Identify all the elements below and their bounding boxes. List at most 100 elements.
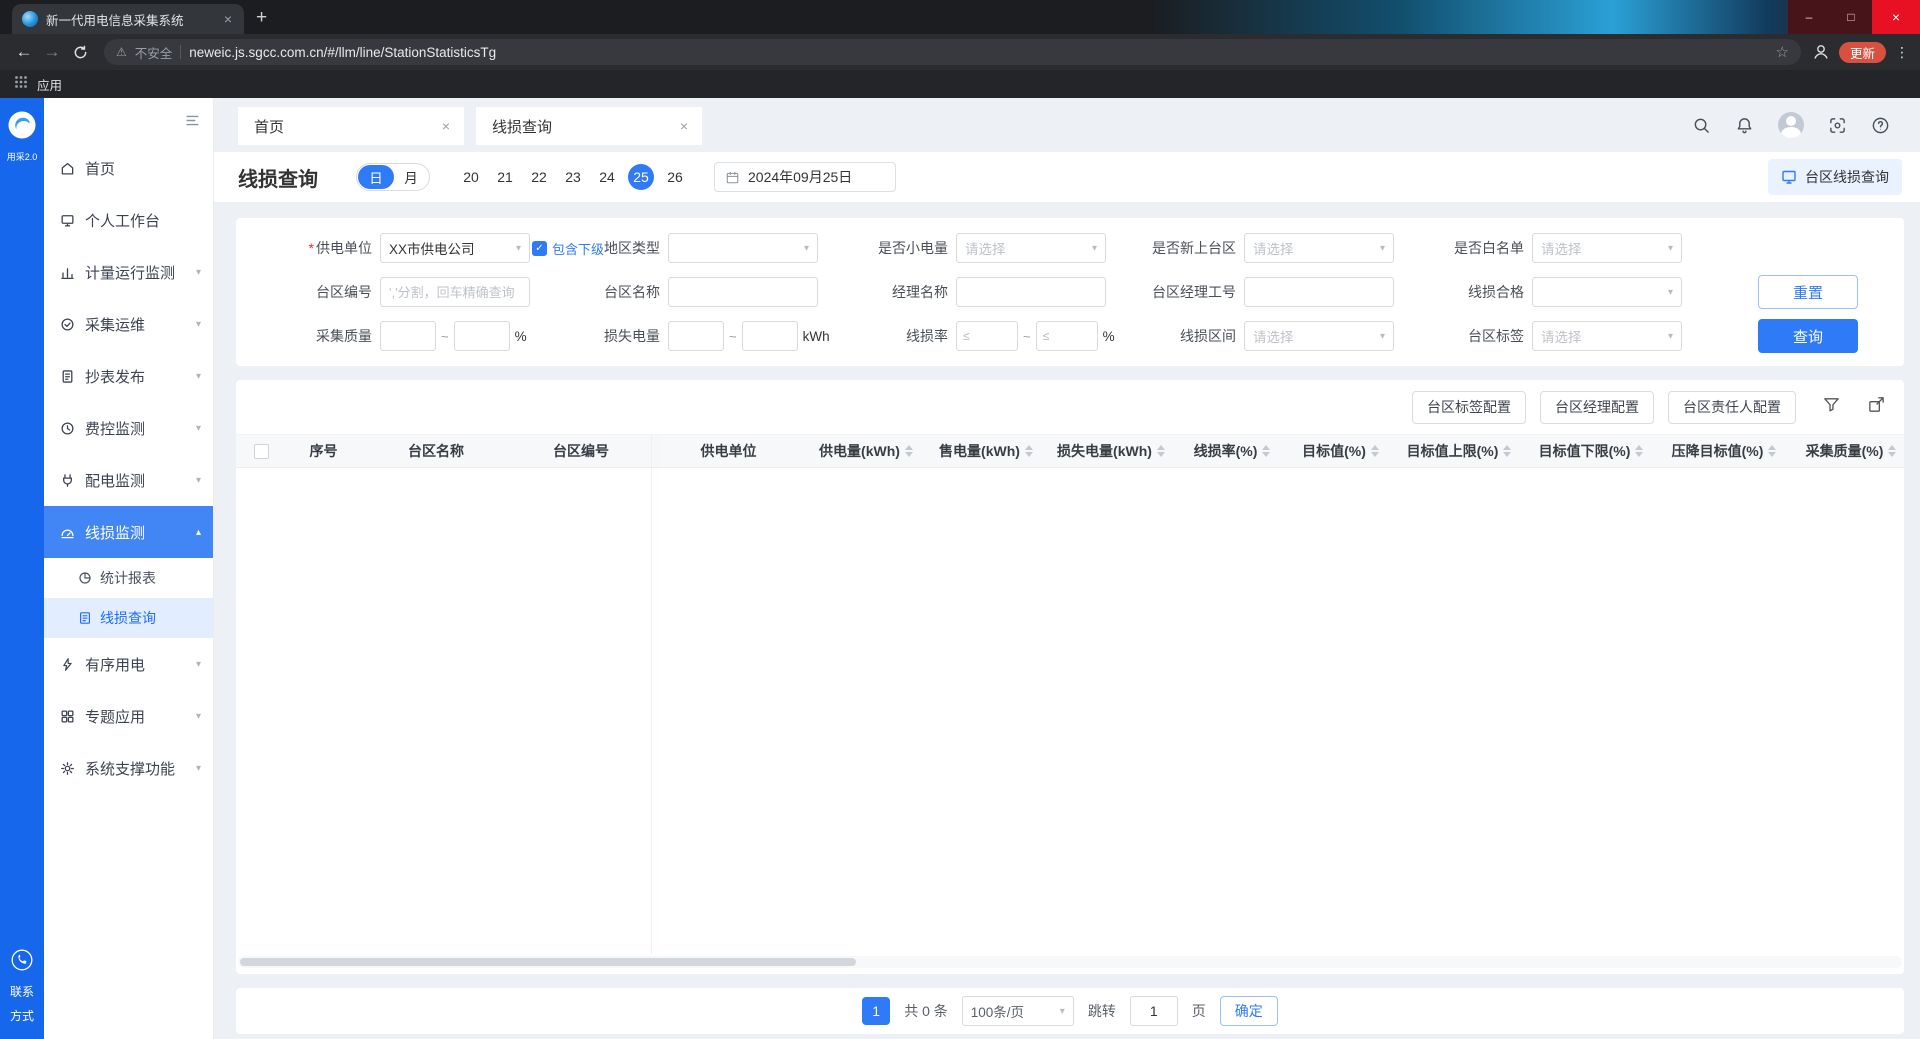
security-label[interactable]: 不安全 [135, 43, 173, 62]
station-manager-config-button[interactable]: 台区经理配置 [1540, 391, 1654, 424]
sidebar-item-workbench[interactable]: 个人工作台 [44, 194, 213, 246]
loss-power-max-input[interactable] [742, 321, 798, 351]
maximize-icon[interactable]: □ [1830, 0, 1872, 34]
worktab-line-loss-query[interactable]: 线损查询 × [476, 107, 702, 145]
column-header-supply-kwh[interactable]: 供电量(kWh) [806, 441, 926, 461]
loss-range-select[interactable]: 请选择 ▾ [1244, 321, 1394, 351]
sidebar-item-distribution-monitor[interactable]: 配电监测 ▾ [44, 454, 213, 506]
column-header-target-lower[interactable]: 目标值下限(%) [1525, 441, 1657, 461]
page-size-select[interactable]: 100条/页 ▾ [962, 996, 1074, 1026]
sort-icon[interactable] [1888, 445, 1896, 457]
worktab-close-icon[interactable]: × [680, 118, 688, 134]
column-header-target[interactable]: 目标值(%) [1288, 441, 1393, 461]
export-icon[interactable] [1867, 395, 1886, 419]
loss-rate-min-wrap[interactable]: ≤ [956, 321, 1018, 351]
date-picker[interactable]: 2024年09月25日 [714, 162, 896, 192]
reset-button[interactable]: 重置 [1758, 275, 1858, 309]
region-type-select[interactable]: ▾ [668, 233, 818, 263]
sidebar-item-line-loss-query[interactable]: 线损查询 [44, 598, 213, 638]
jump-page-input[interactable] [1130, 996, 1178, 1026]
date-option[interactable]: 26 [658, 164, 692, 190]
checkbox-checked-icon[interactable]: ✓ [532, 241, 547, 256]
search-icon[interactable] [1692, 116, 1711, 135]
bell-icon[interactable] [1735, 116, 1754, 135]
confirm-button[interactable]: 确定 [1220, 996, 1278, 1026]
page-number-button[interactable]: 1 [862, 997, 890, 1025]
scrollbar-thumb[interactable] [240, 958, 856, 966]
manager-id-input[interactable] [1244, 277, 1394, 307]
include-sub-checkbox-wrap[interactable]: ✓ 包含下级 [532, 239, 604, 258]
sidebar-item-fee-control[interactable]: 费控监测 ▾ [44, 402, 213, 454]
sort-icon[interactable] [1503, 445, 1511, 457]
loss-rate-max-input[interactable] [1053, 329, 1090, 344]
sidebar-item-special-apps[interactable]: 专题应用 ▾ [44, 690, 213, 742]
column-header-drop-target[interactable]: 压降目标值(%) [1657, 441, 1791, 461]
station-tag-config-button[interactable]: 台区标签配置 [1412, 391, 1526, 424]
station-line-loss-link[interactable]: 台区线损查询 [1768, 159, 1902, 195]
station-name-input[interactable] [668, 277, 818, 307]
loss-qualified-select[interactable]: ▾ [1532, 277, 1682, 307]
sidebar-item-system-support[interactable]: 系统支撑功能 ▾ [44, 742, 213, 794]
column-header-target-upper[interactable]: 目标值上限(%) [1393, 441, 1525, 461]
station-no-input[interactable] [380, 277, 530, 307]
column-header-collect-quality[interactable]: 采集质量(%) [1791, 441, 1904, 461]
tab-close-icon[interactable]: × [220, 11, 236, 27]
loss-rate-min-input[interactable] [974, 329, 1011, 344]
bookmark-star-icon[interactable]: ☆ [1776, 43, 1789, 61]
avatar[interactable] [1778, 112, 1804, 138]
sidebar-item-orderly-power[interactable]: 有序用电 ▾ [44, 638, 213, 690]
collect-quality-min-input[interactable] [380, 321, 436, 351]
column-header-loss-rate[interactable]: 线损率(%) [1176, 441, 1288, 461]
date-option[interactable]: 20 [454, 164, 488, 190]
sidebar-item-home[interactable]: 首页 [44, 142, 213, 194]
date-option[interactable]: 24 [590, 164, 624, 190]
reload-icon[interactable] [66, 42, 94, 62]
worktab-close-icon[interactable]: × [442, 118, 450, 134]
checkbox[interactable] [254, 444, 269, 459]
whitelist-select[interactable]: 请选择 ▾ [1532, 233, 1682, 263]
sort-icon[interactable] [1262, 445, 1270, 457]
sidebar-item-line-loss-monitor[interactable]: 线损监测 ▴ [44, 506, 213, 558]
column-header-loss-kwh[interactable]: 损失电量(kWh) [1046, 441, 1176, 461]
sidebar-item-metering-monitor[interactable]: 计量运行监测 ▾ [44, 246, 213, 298]
query-button[interactable]: 查询 [1758, 319, 1858, 353]
apps-grid-icon[interactable] [14, 75, 28, 94]
sort-icon[interactable] [1635, 445, 1643, 457]
worktab-home[interactable]: 首页 × [238, 107, 464, 145]
back-icon[interactable]: ← [10, 42, 38, 62]
help-icon[interactable] [1871, 116, 1890, 135]
sidebar-item-stats-report[interactable]: 统计报表 [44, 558, 213, 598]
loss-power-min-input[interactable] [668, 321, 724, 351]
date-option[interactable]: 23 [556, 164, 590, 190]
contact-icon[interactable] [10, 948, 34, 977]
loss-rate-max-wrap[interactable]: ≤ [1036, 321, 1098, 351]
supply-unit-select[interactable]: XX市供电公司 ▾ [380, 233, 530, 263]
menu-kebab-icon[interactable]: ⋮ [1894, 44, 1910, 61]
collect-quality-max-input[interactable] [454, 321, 510, 351]
minimize-icon[interactable]: – [1788, 0, 1830, 34]
collapse-sidebar-icon[interactable] [185, 113, 200, 133]
column-header-sale-kwh[interactable]: 售电量(kWh) [926, 441, 1046, 461]
profile-icon[interactable] [1811, 42, 1831, 62]
contact-block[interactable]: 联系 方式 [10, 948, 34, 1025]
sort-icon[interactable] [905, 445, 913, 457]
sort-icon[interactable] [1157, 445, 1165, 457]
app-logo[interactable] [7, 110, 37, 145]
sidebar-item-collection-ops[interactable]: 采集运维 ▾ [44, 298, 213, 350]
date-option-selected[interactable]: 25 [628, 164, 654, 190]
scan-icon[interactable] [1828, 116, 1847, 135]
new-tab-icon[interactable]: + [256, 7, 267, 29]
sort-icon[interactable] [1371, 445, 1379, 457]
new-station-select[interactable]: 请选择 ▾ [1244, 233, 1394, 263]
segment-day[interactable]: 日 [358, 165, 394, 189]
manager-name-input[interactable] [956, 277, 1106, 307]
sort-icon[interactable] [1025, 445, 1033, 457]
sort-icon[interactable] [1768, 445, 1776, 457]
horizontal-scrollbar[interactable] [238, 956, 1902, 968]
small-power-select[interactable]: 请选择 ▾ [956, 233, 1106, 263]
browser-tab[interactable]: 新一代用电信息采集系统 × [12, 4, 244, 34]
filter-icon[interactable] [1822, 395, 1841, 419]
date-option[interactable]: 21 [488, 164, 522, 190]
address-bar[interactable]: ⚠ 不安全 neweic.js.sgcc.com.cn/#/llm/line/S… [104, 39, 1801, 65]
select-all-cell[interactable] [236, 444, 286, 459]
